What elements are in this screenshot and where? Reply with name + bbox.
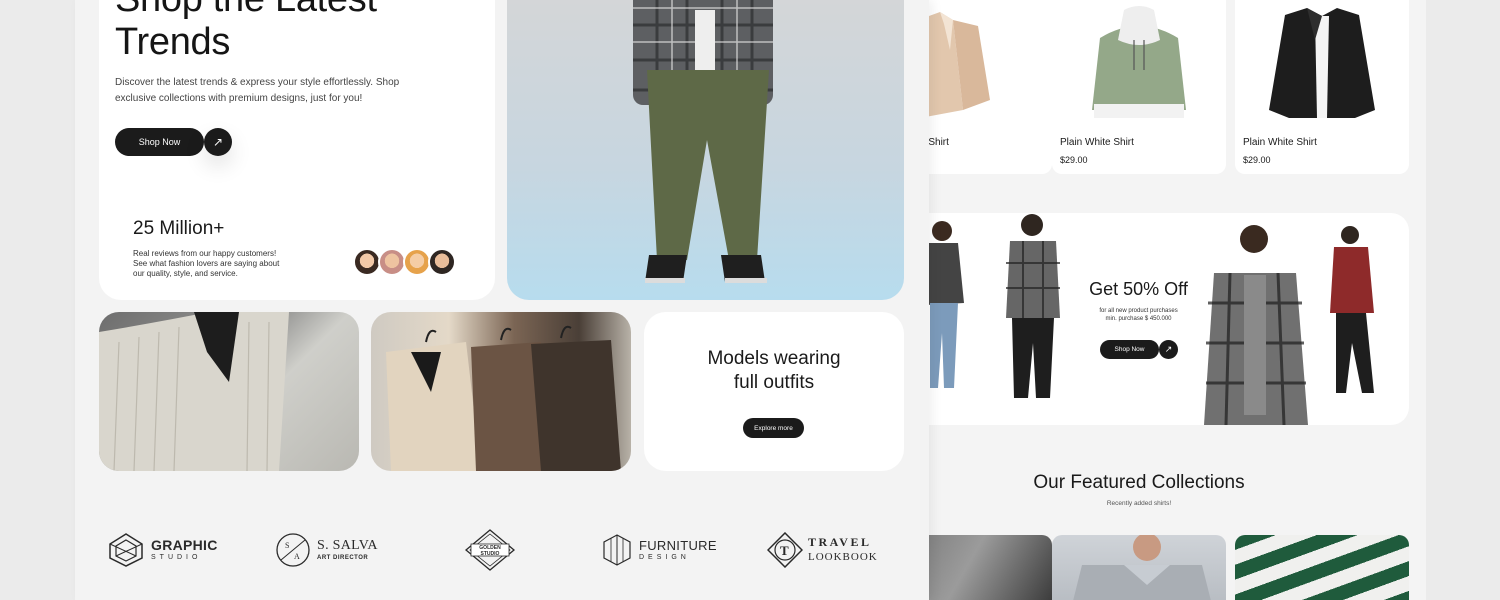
hero-card: Shop the Latest Trends Discover the late… — [99, 0, 495, 300]
model-image — [633, 0, 773, 283]
product-price: $29.00 — [1243, 155, 1271, 165]
s-salva-mark-icon: S A — [276, 533, 310, 567]
avatar — [428, 248, 456, 276]
logo-salva-text: S. SALVA — [317, 537, 378, 553]
customer-avatars — [353, 248, 456, 276]
corduroy-jacket-image — [99, 312, 289, 471]
jackets-rack-image — [386, 325, 621, 471]
logo-furniture-sub: DESIGN — [639, 553, 690, 561]
explore-more-button[interactable]: Explore more — [743, 418, 804, 438]
logo-lookbook-text: LOOKBOOK — [808, 551, 878, 563]
left-panel: Shop the Latest Trends Discover the late… — [75, 0, 929, 600]
product-name: Plain White Shirt — [1243, 137, 1317, 148]
featured-item-thumbnail[interactable] — [1052, 535, 1226, 600]
avatar — [403, 248, 431, 276]
jackets-rack-photo — [371, 312, 631, 471]
logo-travel-lookbook: T TRAVEL LOOKBOOK — [767, 532, 878, 568]
promo-subtitle-line1: for all new product purchases — [1099, 308, 1178, 314]
product-card[interactable]: Plain White Shirt $29.00 — [1052, 0, 1226, 174]
featured-subtitle: Recently added shirts! — [1106, 500, 1172, 507]
graphic-studio-mark-icon — [109, 533, 143, 567]
logo-furniture-design: FURNITURE DESIGN — [603, 534, 717, 566]
svg-text:S: S — [285, 541, 289, 550]
logo-graphic-sub: STUDIO — [151, 553, 202, 561]
shop-now-button[interactable]: Shop Now — [115, 128, 204, 156]
outfits-title-line2: full outfits — [733, 372, 815, 393]
featured-title: Our Featured Collections — [1033, 472, 1245, 493]
travel-mark-icon: T — [767, 532, 803, 568]
avatar — [353, 248, 381, 276]
featured-item-thumbnail[interactable] — [1235, 535, 1409, 600]
review-description: Real reviews from our happy customers! S… — [133, 249, 280, 278]
logo-travel-text: TRAVEL — [808, 535, 872, 549]
model-photo-card — [507, 0, 904, 300]
product-price: $29.00 — [1060, 155, 1088, 165]
product-image — [1092, 6, 1186, 118]
logo-s-salva: S A S. SALVA ART DIRECTOR — [275, 532, 378, 568]
corduroy-jacket-photo — [99, 312, 359, 471]
logo-golden-studio: GOLDEN STUDIO — [463, 528, 517, 572]
promo-subtitle: for all new product purchases min. purch… — [1076, 307, 1201, 323]
logo-golden-text: GOLDEN STUDIO — [479, 545, 501, 557]
outfits-card: Models wearing full outfits Explore more — [644, 312, 904, 471]
promo-shop-now-button[interactable]: Shop Now — [1100, 340, 1159, 359]
brand-logos: GRAPHIC STUDIO S A S. SALVA ART DIRECTOR — [75, 526, 929, 576]
review-count: 25 Million+ — [133, 218, 225, 239]
furniture-mark-icon — [603, 534, 631, 566]
avatar — [378, 248, 406, 276]
logo-salva-sub: ART DIRECTOR — [317, 554, 369, 561]
product-image — [1269, 8, 1375, 118]
promo-title: Get 50% Off — [1089, 279, 1188, 299]
logo-graphic-text: GRAPHIC — [151, 536, 218, 553]
hero-title-line2: Trends — [115, 21, 231, 63]
product-name: Plain White Shirt — [1060, 137, 1134, 148]
hero-title-line1: Shop the Latest — [115, 0, 377, 21]
svg-text:A: A — [294, 552, 300, 561]
hero-title: Shop the Latest Trends — [115, 0, 377, 64]
logo-graphic-studio: GRAPHIC STUDIO — [107, 532, 218, 568]
hero-description: Discover the latest trends & express you… — [115, 77, 400, 104]
outfits-title-line1: Models wearing — [707, 348, 841, 369]
right-panel: e Shirt Plain White Shirt $29.00 Plain W… — [878, 0, 1426, 600]
promo-subtitle-line2: min. purchase $ 450.000 — [1105, 316, 1172, 322]
promo-banner: Get 50% Off for all new product purchase… — [918, 213, 1409, 425]
svg-text:T: T — [780, 543, 789, 558]
outfits-title: Models wearing full outfits — [644, 347, 904, 395]
featured-item-image — [1073, 535, 1211, 600]
logo-furniture-text: FURNITURE — [639, 537, 717, 553]
arrow-up-right-icon[interactable]: ↗ — [1159, 340, 1178, 359]
arrow-up-right-icon[interactable]: ↗ — [204, 128, 232, 156]
product-card[interactable]: Plain White Shirt $29.00 — [1235, 0, 1409, 174]
